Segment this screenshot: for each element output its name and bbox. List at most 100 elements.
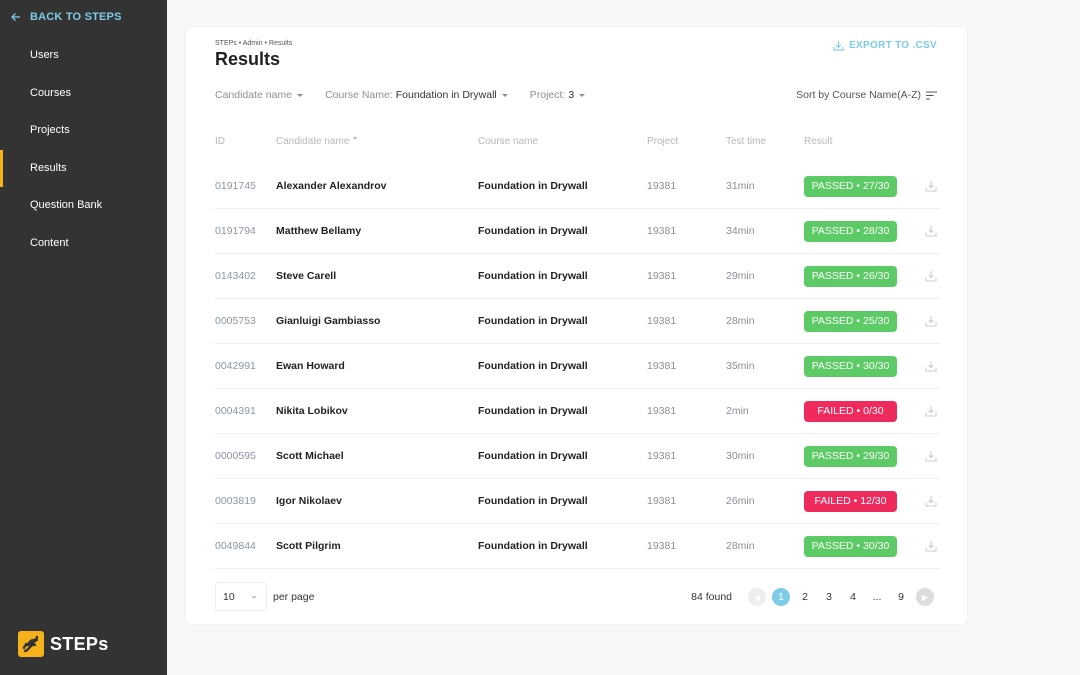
cell-project: 19381 [647, 540, 677, 552]
cell-course-name: Foundation in Drywall [478, 450, 588, 462]
chevron-down-icon [579, 93, 586, 97]
results-card: STEPs • Admin • Results Results EXPORT T… [186, 27, 967, 624]
table-row[interactable]: 0042991 Ewan Howard Foundation in Drywall 1… [215, 344, 940, 389]
cell-candidate-name: Igor Nikolaev [276, 495, 342, 507]
download-icon[interactable] [925, 270, 937, 282]
column-header-candidate-label: Candidate name [276, 136, 350, 147]
cell-candidate-name: Scott Michael [276, 450, 344, 462]
project-filter-value: 3 [568, 89, 575, 101]
table-header: ID Candidate name Course name Project Te… [215, 136, 940, 150]
project-filter[interactable]: Project: 3 [529, 89, 586, 101]
download-icon[interactable] [925, 540, 937, 552]
cell-id: 0049844 [215, 540, 256, 552]
page-title: Results [215, 49, 281, 69]
chevron-right-icon: ▶ [921, 592, 929, 602]
column-header-id[interactable]: ID [215, 136, 225, 147]
sort-dropdown[interactable]: Sort by Course Name(A-Z) [796, 89, 937, 101]
cell-project: 19381 [647, 495, 677, 507]
column-header-project[interactable]: Project [647, 136, 678, 147]
table-row[interactable]: 0191745 Alexander Alexandrov Foundation in… [215, 164, 940, 209]
download-icon[interactable] [925, 495, 937, 507]
download-icon[interactable] [925, 405, 937, 417]
cell-test-time: 29min [726, 270, 755, 282]
cell-course-name: Foundation in Drywall [478, 270, 588, 282]
sidebar-item-results[interactable]: Results [0, 149, 167, 188]
back-to-steps-link[interactable]: BACK TO STEPS [10, 11, 122, 23]
course-filter-value: Foundation in Drywall [395, 89, 497, 101]
sidebar-item-courses[interactable]: Courses [0, 75, 167, 113]
sidebar-item-projects[interactable]: Projects [0, 112, 167, 150]
cell-id: 0042991 [215, 360, 256, 372]
candidate-name-filter[interactable]: Candidate name [215, 89, 304, 101]
results-table-body: 0191745 Alexander Alexandrov Foundation in… [215, 164, 940, 569]
page-button[interactable]: 1 [772, 588, 790, 606]
download-icon[interactable] [925, 315, 937, 327]
cell-id: 0004391 [215, 405, 256, 417]
sidebar-item-content[interactable]: Content [0, 225, 167, 263]
column-header-candidate[interactable]: Candidate name [276, 136, 358, 147]
cell-project: 19381 [647, 270, 677, 282]
page-button[interactable]: 3 [820, 588, 838, 606]
result-badge: FAILED • 12/30 [804, 491, 897, 512]
course-name-filter[interactable]: Course Name: Foundation in Drywall [325, 89, 508, 101]
cell-project: 19381 [647, 315, 677, 327]
cell-test-time: 28min [726, 315, 755, 327]
cell-candidate-name: Gianluigi Gambiasso [276, 315, 381, 327]
per-page-select[interactable]: 10 [215, 582, 267, 611]
cell-id: 0191794 [215, 225, 256, 237]
result-badge: PASSED • 28/30 [804, 221, 897, 242]
sort-icon [926, 90, 937, 100]
result-badge: PASSED • 29/30 [804, 446, 897, 467]
project-filter-label: Project: [529, 89, 566, 101]
cell-candidate-name: Nikita Lobikov [276, 405, 348, 417]
cell-project: 19381 [647, 405, 677, 417]
cell-candidate-name: Scott Pilgrim [276, 540, 341, 552]
breadcrumb: STEPs • Admin • Results [215, 40, 293, 47]
table-row[interactable]: 0049844 Scott Pilgrim Foundation in Drywal… [215, 524, 940, 569]
table-row[interactable]: 0004391 Nikita Lobikov Foundation in Drywa… [215, 389, 940, 434]
table-row[interactable]: 0000595 Scott Michael Foundation in Drywal… [215, 434, 940, 479]
download-icon [833, 40, 844, 51]
download-icon[interactable] [925, 360, 937, 372]
table-row[interactable]: 0003819 Igor Nikolaev Foundation in Drywal… [215, 479, 940, 524]
table-row[interactable]: 0005753 Gianluigi Gambiasso Foundation in … [215, 299, 940, 344]
download-icon[interactable] [925, 450, 937, 462]
cell-candidate-name: Ewan Howard [276, 360, 345, 372]
cell-candidate-name: Alexander Alexandrov [276, 180, 387, 192]
cell-candidate-name: Steve Carell [276, 270, 337, 282]
page-button[interactable]: 2 [796, 588, 814, 606]
cell-test-time: 26min [726, 495, 755, 507]
sidebar-nav: Users Courses Projects Results Question … [0, 37, 167, 262]
sidebar-item-question-bank[interactable]: Question Bank [0, 187, 167, 225]
next-page-button[interactable]: ▶ [916, 588, 934, 606]
export-csv-button[interactable]: EXPORT TO .CSV [833, 40, 937, 51]
column-header-result[interactable]: Result [804, 136, 832, 147]
result-badge: PASSED • 26/30 [804, 266, 897, 287]
cell-id: 0143402 [215, 270, 256, 282]
prev-page-button[interactable]: ◀ [748, 588, 766, 606]
column-header-course[interactable]: Course name [478, 136, 538, 147]
cell-course-name: Foundation in Drywall [478, 495, 588, 507]
cell-test-time: 28min [726, 540, 755, 552]
sort-ascending-icon [353, 136, 358, 139]
results-count: 84 found [691, 591, 732, 603]
cell-course-name: Foundation in Drywall [478, 315, 588, 327]
sidebar-item-users[interactable]: Users [0, 37, 167, 75]
cell-id: 0003819 [215, 495, 256, 507]
chevron-down-icon [297, 93, 304, 97]
column-header-test-time[interactable]: Test time [726, 136, 766, 147]
download-icon[interactable] [925, 225, 937, 237]
cell-course-name: Foundation in Drywall [478, 225, 588, 237]
page-numbers: 1 2 3 4... 9 [769, 588, 913, 606]
page-button[interactable]: 9 [892, 588, 910, 606]
per-page-value: 10 [223, 590, 235, 603]
pagination: 84 found ◀ 1 2 3 4... 9 ▶ [691, 588, 937, 606]
table-row[interactable]: 0191794 Matthew Bellamy Foundation in Dryw… [215, 209, 940, 254]
page-button[interactable]: 4 [844, 588, 862, 606]
cell-test-time: 31min [726, 180, 755, 192]
table-row[interactable]: 0143402 Steve Carell Foundation in Drywall… [215, 254, 940, 299]
page-ellipsis: ... [872, 591, 882, 603]
result-badge: PASSED • 30/30 [804, 536, 897, 557]
download-icon[interactable] [925, 180, 937, 192]
cell-candidate-name: Matthew Bellamy [276, 225, 362, 237]
